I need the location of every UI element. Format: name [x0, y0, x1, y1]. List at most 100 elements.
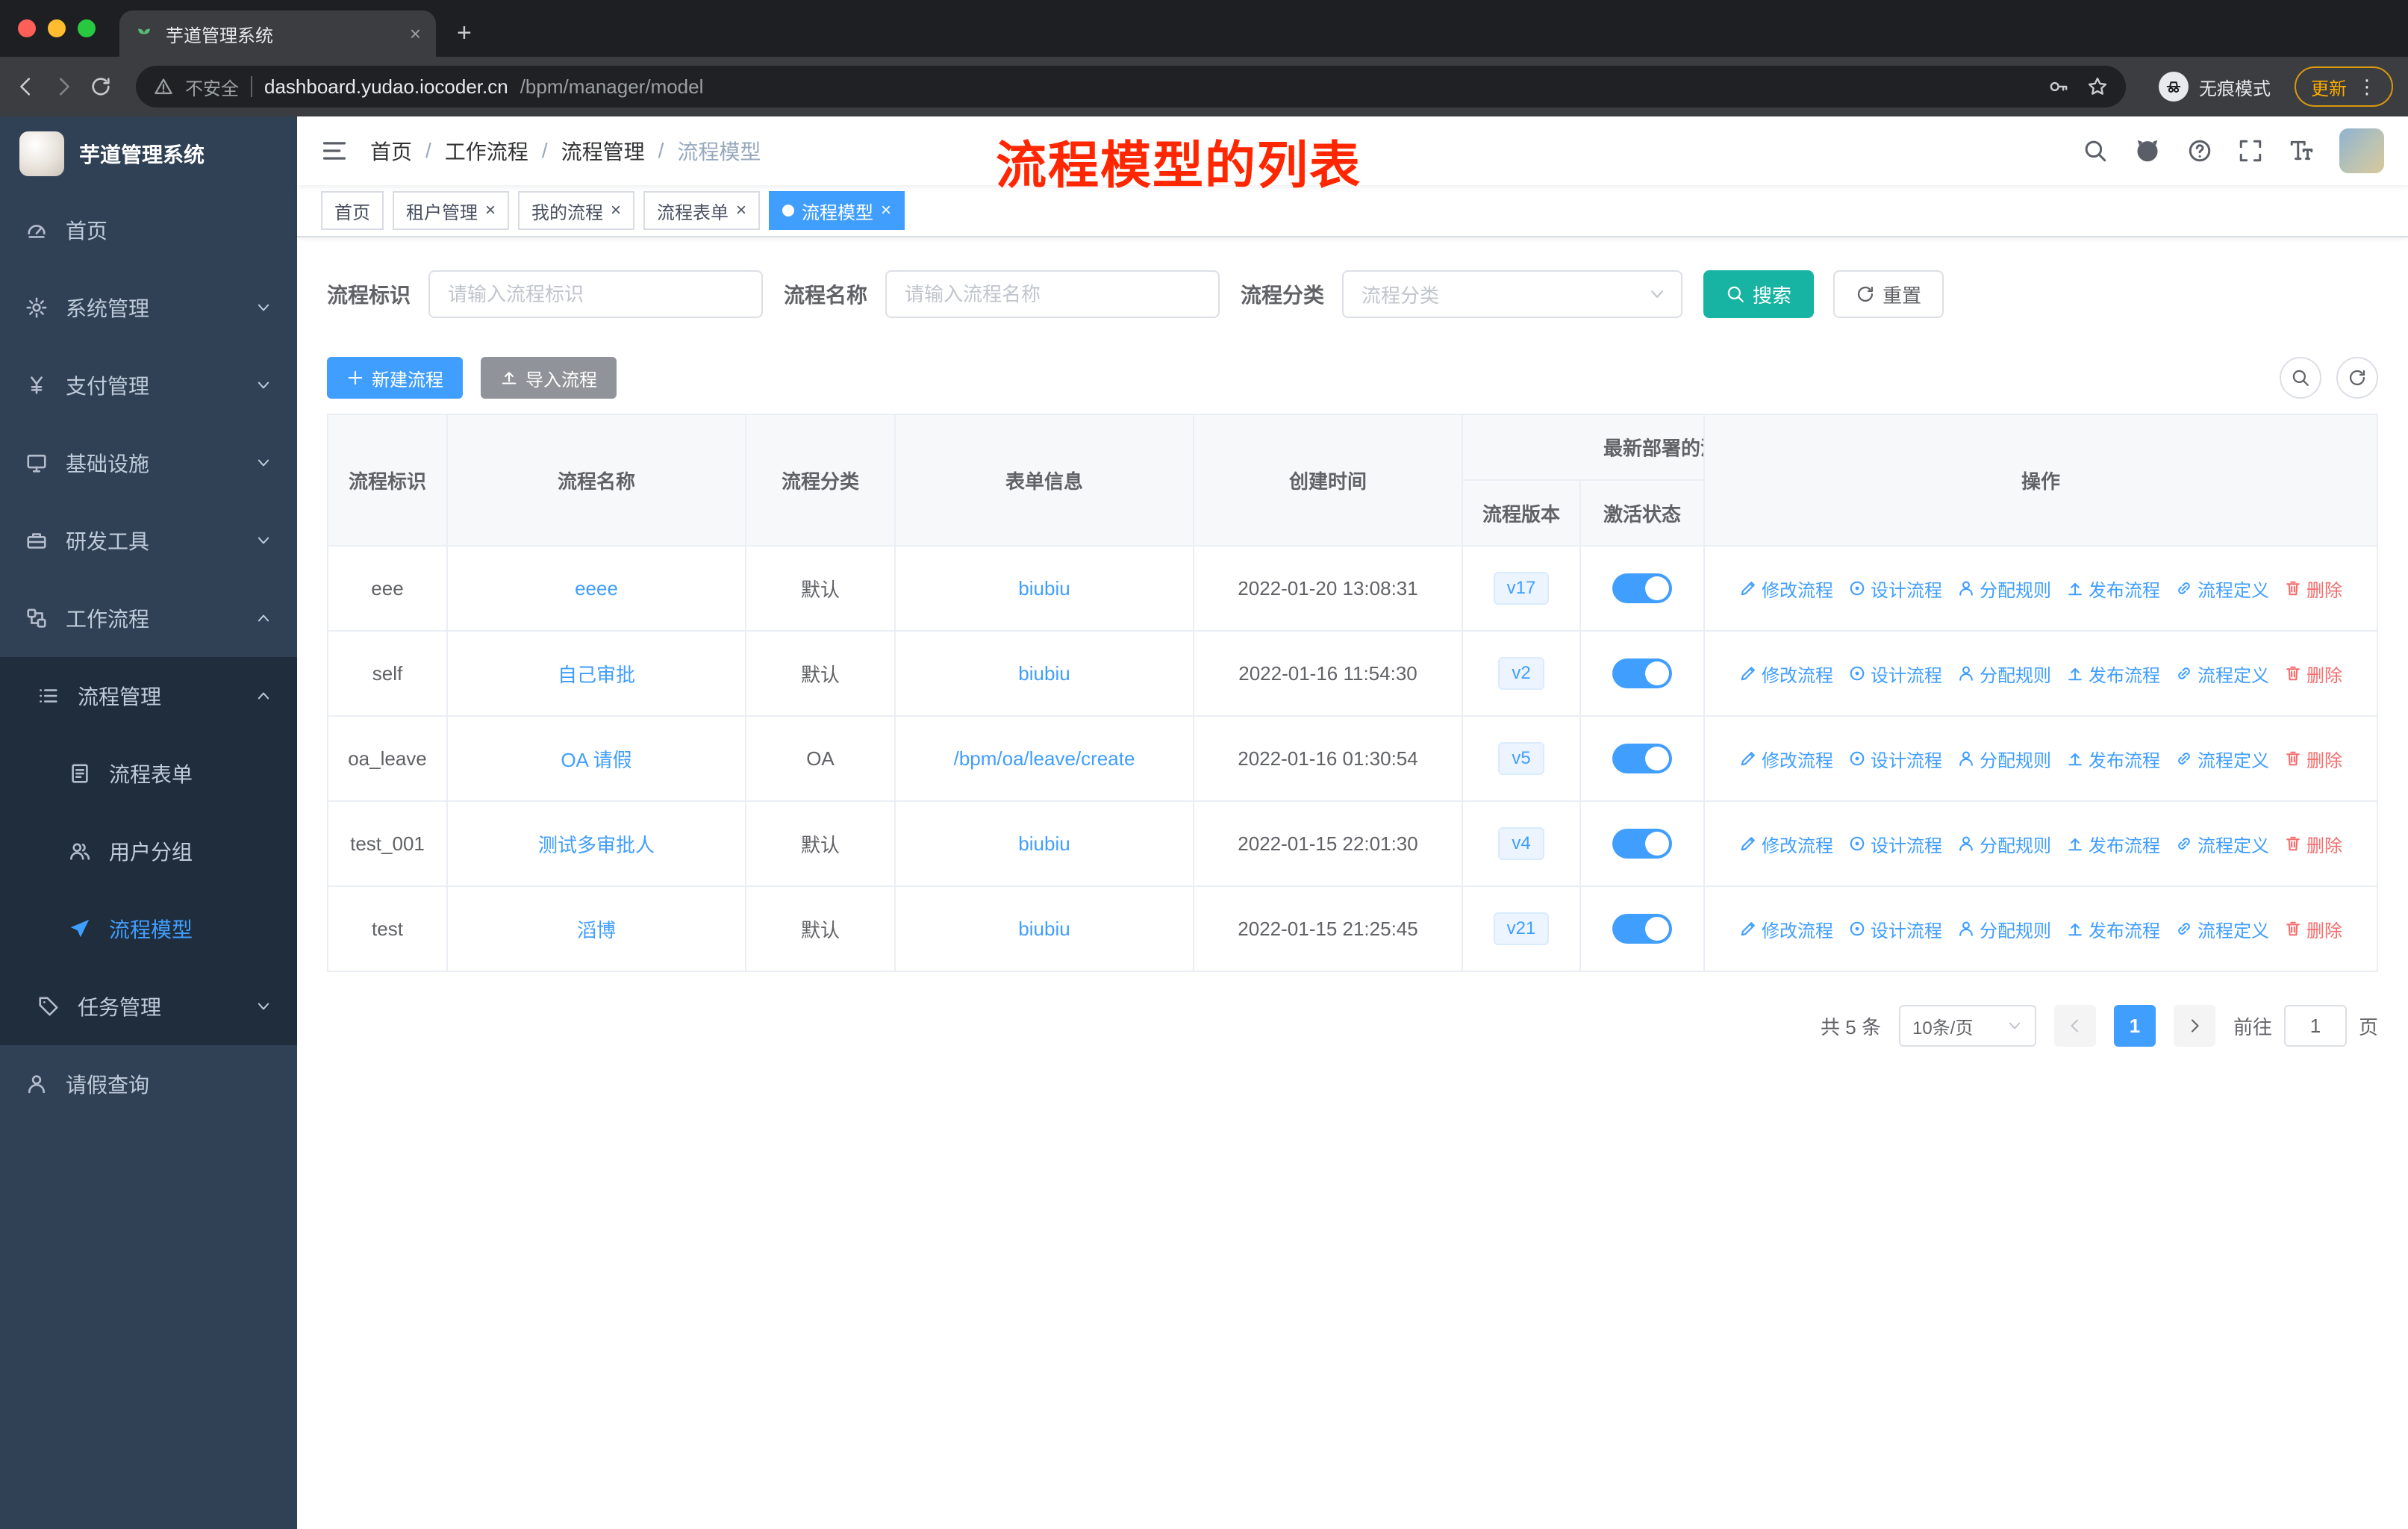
- action-assign-rules[interactable]: 分配规则: [1957, 916, 2051, 942]
- version-badge[interactable]: v4: [1498, 827, 1544, 860]
- browser-tab[interactable]: 芋道管理系统 ×: [119, 10, 436, 57]
- action-delete[interactable]: 删除: [2284, 831, 2342, 857]
- user-avatar[interactable]: [2339, 128, 2384, 173]
- page-number-button[interactable]: 1: [2113, 1005, 2156, 1047]
- sidebar-item-workflow[interactable]: 工作流程: [0, 579, 297, 657]
- active-toggle[interactable]: [1612, 829, 1672, 859]
- password-key-icon[interactable]: [2048, 76, 2069, 97]
- minimize-window-button[interactable]: [48, 19, 66, 37]
- form-info-link[interactable]: /bpm/oa/leave/create: [954, 747, 1135, 770]
- import-process-button[interactable]: 导入流程: [481, 357, 617, 399]
- sidebar-item-infra[interactable]: 基础设施: [0, 424, 297, 502]
- action-delete[interactable]: 删除: [2284, 576, 2342, 602]
- action-design[interactable]: 设计流程: [1848, 831, 1942, 857]
- tag-my-process[interactable]: 我的流程 ×: [518, 191, 635, 230]
- version-badge[interactable]: v21: [1493, 912, 1550, 945]
- prev-page-button[interactable]: [2053, 1005, 2096, 1047]
- menu-kebab-icon[interactable]: ⋮: [2357, 75, 2377, 99]
- close-icon[interactable]: ×: [611, 200, 621, 221]
- tag-process-model[interactable]: 流程模型 ×: [769, 191, 905, 230]
- sidebar-item-user-group[interactable]: 用户分组: [0, 812, 297, 890]
- form-info-link[interactable]: biubiu: [1018, 577, 1070, 600]
- action-modify[interactable]: 修改流程: [1739, 831, 1833, 857]
- form-info-link[interactable]: biubiu: [1018, 918, 1070, 940]
- action-publish[interactable]: 发布流程: [2066, 746, 2160, 772]
- action-modify[interactable]: 修改流程: [1739, 746, 1833, 772]
- version-badge[interactable]: v2: [1498, 657, 1544, 690]
- goto-page-input[interactable]: [2283, 1005, 2347, 1047]
- github-icon[interactable]: [2133, 137, 2162, 165]
- process-name-link[interactable]: 滔博: [577, 919, 616, 941]
- toggle-search-button[interactable]: [2280, 357, 2321, 399]
- active-toggle[interactable]: [1612, 914, 1672, 944]
- action-assign-rules[interactable]: 分配规则: [1957, 831, 2051, 857]
- address-bar[interactable]: 不安全 dashboard.yudao.iocoder.cn /bpm/mana…: [136, 66, 2126, 108]
- help-icon[interactable]: [2187, 138, 2212, 164]
- action-modify[interactable]: 修改流程: [1739, 576, 1833, 602]
- version-badge[interactable]: v5: [1498, 742, 1544, 775]
- action-publish[interactable]: 发布流程: [2066, 576, 2160, 602]
- search-icon[interactable]: [2083, 138, 2108, 164]
- refresh-table-button[interactable]: [2336, 357, 2378, 399]
- process-name-link[interactable]: 测试多审批人: [538, 834, 655, 856]
- tag-home[interactable]: 首页: [321, 191, 384, 230]
- sidebar-item-system[interactable]: 系统管理: [0, 269, 297, 346]
- process-key-input[interactable]: [428, 270, 764, 318]
- tab-close-icon[interactable]: ×: [410, 22, 421, 46]
- close-icon[interactable]: ×: [881, 200, 891, 221]
- process-name-link[interactable]: 自己审批: [558, 664, 635, 686]
- action-definition[interactable]: 流程定义: [2175, 831, 2269, 857]
- back-button[interactable]: [15, 75, 37, 98]
- hamburger-icon[interactable]: [321, 137, 348, 164]
- sidebar-item-devtools[interactable]: 研发工具: [0, 502, 297, 579]
- action-definition[interactable]: 流程定义: [2175, 746, 2269, 772]
- zoom-window-button[interactable]: [78, 19, 96, 37]
- action-modify[interactable]: 修改流程: [1739, 661, 1833, 687]
- form-info-link[interactable]: biubiu: [1018, 662, 1070, 685]
- action-delete[interactable]: 删除: [2284, 661, 2342, 687]
- version-badge[interactable]: v17: [1493, 572, 1550, 605]
- active-toggle[interactable]: [1612, 573, 1672, 603]
- forward-button[interactable]: [52, 75, 75, 98]
- action-assign-rules[interactable]: 分配规则: [1957, 576, 2051, 602]
- new-tab-button[interactable]: +: [457, 19, 472, 48]
- form-info-link[interactable]: biubiu: [1018, 832, 1070, 855]
- action-design[interactable]: 设计流程: [1848, 576, 1942, 602]
- active-toggle[interactable]: [1612, 658, 1672, 688]
- breadcrumb-item[interactable]: 流程模型: [677, 136, 761, 166]
- close-icon[interactable]: ×: [736, 200, 746, 221]
- action-definition[interactable]: 流程定义: [2175, 916, 2269, 942]
- bookmark-star-icon[interactable]: [2087, 76, 2108, 97]
- create-process-button[interactable]: 新建流程: [327, 357, 463, 399]
- search-button[interactable]: 搜索: [1703, 270, 1815, 318]
- fullscreen-icon[interactable]: [2238, 138, 2263, 164]
- action-design[interactable]: 设计流程: [1848, 916, 1942, 942]
- next-page-button[interactable]: [2173, 1005, 2215, 1047]
- breadcrumb-item[interactable]: 流程管理: [561, 136, 645, 166]
- reset-button[interactable]: 重置: [1833, 270, 1944, 318]
- tag-tenant[interactable]: 租户管理 ×: [393, 191, 510, 230]
- action-design[interactable]: 设计流程: [1848, 661, 1942, 687]
- process-name-link[interactable]: OA 请假: [561, 749, 631, 771]
- sidebar-item-payment[interactable]: 支付管理: [0, 346, 297, 424]
- sidebar-item-leave-query[interactable]: 请假查询: [0, 1045, 297, 1123]
- process-name-input[interactable]: [885, 270, 1220, 318]
- breadcrumb-item[interactable]: 工作流程: [445, 136, 528, 166]
- action-modify[interactable]: 修改流程: [1739, 916, 1833, 942]
- font-size-icon[interactable]: [2289, 138, 2314, 164]
- action-delete[interactable]: 删除: [2284, 916, 2342, 942]
- close-window-button[interactable]: [18, 19, 36, 37]
- action-assign-rules[interactable]: 分配规则: [1957, 661, 2051, 687]
- close-icon[interactable]: ×: [485, 200, 496, 221]
- action-publish[interactable]: 发布流程: [2066, 661, 2160, 687]
- sidebar-item-process-model[interactable]: 流程模型: [0, 890, 297, 968]
- sidebar-item-process-form[interactable]: 流程表单: [0, 735, 297, 812]
- reload-button[interactable]: [90, 75, 112, 98]
- process-name-link[interactable]: eeee: [575, 577, 618, 600]
- action-publish[interactable]: 发布流程: [2066, 831, 2160, 857]
- tag-process-form[interactable]: 流程表单 ×: [643, 191, 761, 230]
- browser-update-button[interactable]: 更新 ⋮: [2295, 66, 2393, 107]
- page-size-select[interactable]: 10条/页: [1898, 1005, 2036, 1047]
- action-definition[interactable]: 流程定义: [2175, 661, 2269, 687]
- category-select[interactable]: 流程分类: [1342, 270, 1683, 318]
